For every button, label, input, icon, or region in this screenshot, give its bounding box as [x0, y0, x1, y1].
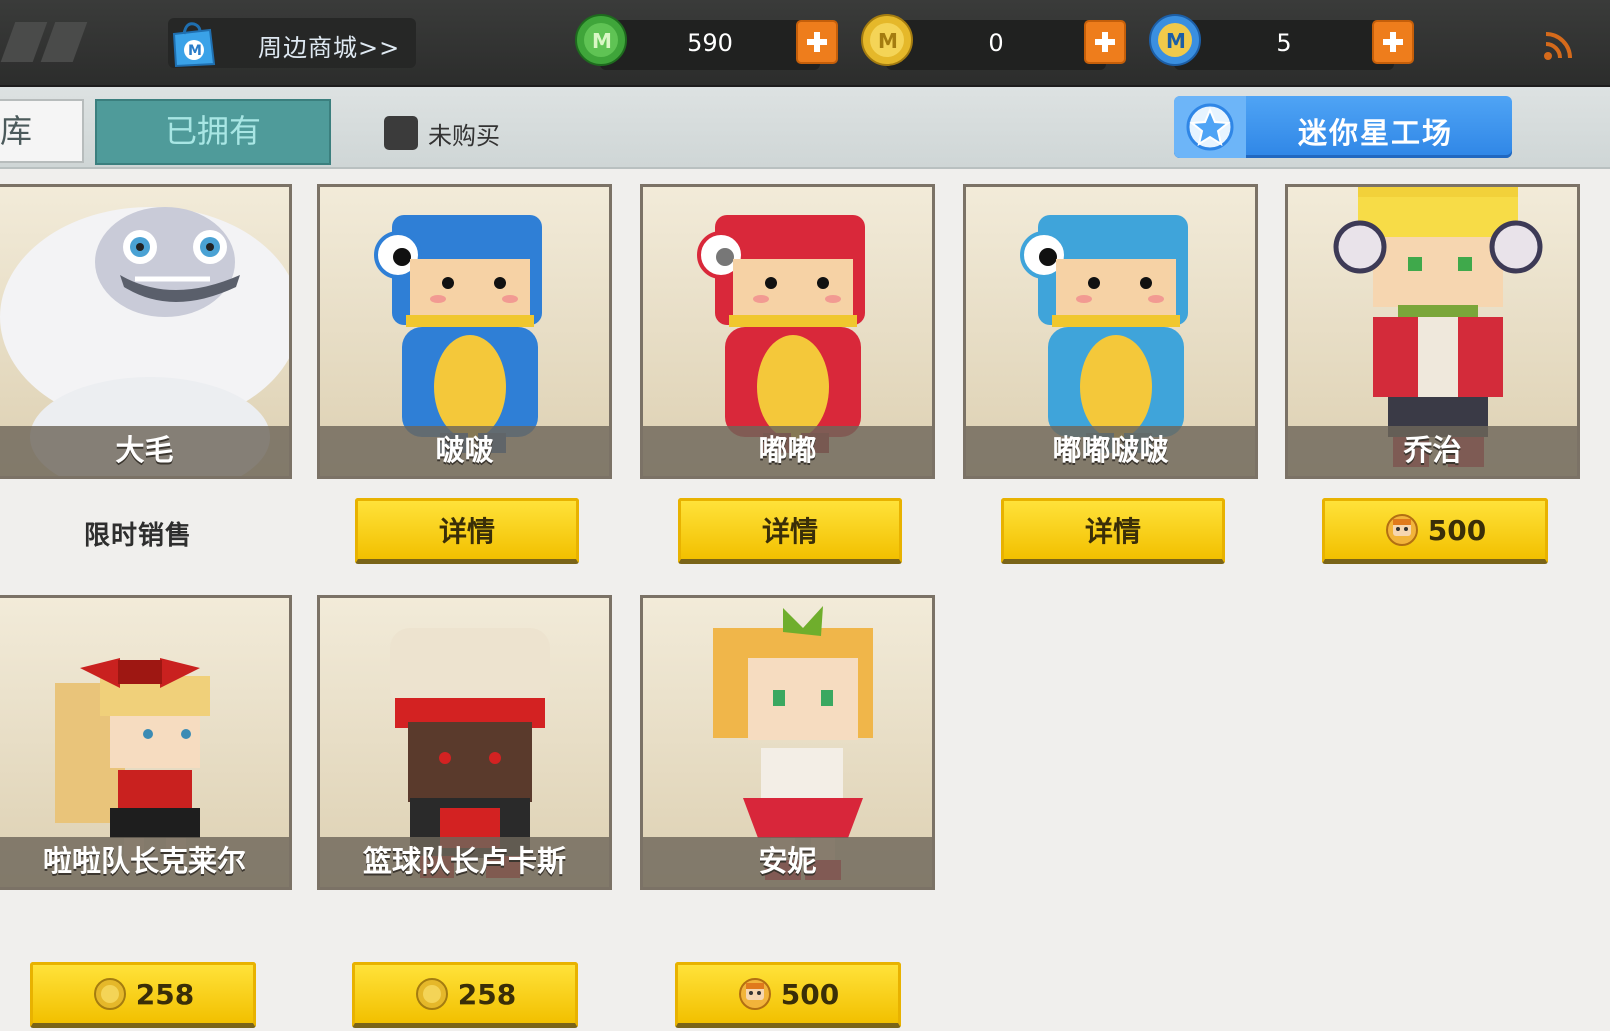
merch-shop-label: 周边商城>> [258, 34, 401, 62]
skin-card-name: 大毛 [0, 426, 289, 476]
unpurchased-filter-label: 未购买 [428, 121, 500, 150]
star-icon [1186, 103, 1234, 151]
skin-card-george[interactable]: 乔治 [1285, 184, 1580, 479]
detail-button[interactable]: 详情 [1001, 498, 1225, 564]
skin-card-name: 乔治 [1288, 426, 1577, 476]
svg-text:M: M [878, 29, 898, 53]
skin-card-damao[interactable]: 大毛 [0, 184, 292, 479]
mini-coin-icon: M [861, 14, 913, 66]
currency-bean-display: 590 [600, 20, 820, 70]
currency-coin-display: 0 [886, 20, 1106, 70]
buy-button[interactable]: 258 [30, 962, 256, 1028]
currency-bean-value: 590 [687, 29, 733, 57]
skin-card-annie[interactable]: 安妮 [640, 595, 935, 890]
skin-card-name: 安妮 [643, 837, 932, 887]
skin-card-dudubobo[interactable]: 嘟嘟啵啵 [963, 184, 1258, 479]
avatar-coin-icon [1385, 514, 1418, 546]
top-bar: M 周边商城>> 590 M 0 M 5 M [0, 0, 1610, 87]
detail-button[interactable]: 详情 [678, 498, 902, 564]
skin-card-dudu[interactable]: 嘟嘟 [640, 184, 935, 479]
currency-point-value: 5 [1276, 29, 1292, 57]
detail-button[interactable]: 详情 [355, 498, 579, 564]
currency-coin-value: 0 [988, 29, 1004, 57]
add-point-button[interactable] [1372, 20, 1414, 64]
limited-time-sale-label: 限时销售 [84, 521, 193, 551]
skin-card-name: 篮球队长卢卡斯 [320, 837, 609, 887]
buy-button[interactable]: 258 [352, 962, 578, 1028]
skin-card-claire[interactable]: 啦啦队长克莱尔 [0, 595, 292, 890]
skin-card-bobo[interactable]: 啵啵 [317, 184, 612, 479]
mini-coin-icon [415, 978, 448, 1010]
mini-bean-icon: M [575, 14, 627, 66]
shopping-bag-icon: M [172, 22, 216, 68]
decor-stripe [40, 22, 88, 62]
buy-button[interactable]: 500 [675, 962, 901, 1028]
decor-stripe [0, 22, 48, 62]
skin-card-name: 嘟嘟 [643, 426, 932, 476]
price-value: 500 [1427, 513, 1487, 547]
currency-point-display: 5 [1174, 20, 1394, 70]
signal-icon[interactable] [1542, 30, 1574, 62]
buy-button[interactable]: 500 [1322, 498, 1548, 564]
unpurchased-filter-checkbox[interactable]: 未购买 [384, 115, 500, 151]
add-coin-button[interactable] [1084, 20, 1126, 64]
price-value: 500 [780, 977, 840, 1011]
tab-warehouse[interactable]: 库 [0, 99, 84, 163]
skin-card-name: 嘟嘟啵啵 [966, 426, 1255, 476]
skin-card-lucas[interactable]: 篮球队长卢卡斯 [317, 595, 612, 890]
skin-card-name: 啵啵 [320, 426, 609, 476]
svg-text:M: M [1166, 29, 1186, 53]
price-value: 258 [135, 977, 195, 1011]
mini-coin-icon [93, 978, 126, 1010]
mini-workshop-button[interactable]: 迷你星工场 [1174, 96, 1512, 158]
workshop-icon-box [1174, 96, 1246, 158]
mini-point-icon: M [1149, 14, 1201, 66]
filter-tab-bar: 库 已拥有 未购买 迷你星工场 [0, 87, 1610, 169]
tab-owned[interactable]: 已拥有 [95, 99, 331, 165]
avatar-coin-icon [738, 978, 771, 1010]
checkbox-icon[interactable] [384, 116, 418, 150]
svg-text:M: M [188, 43, 202, 59]
merch-shop-button[interactable]: M 周边商城>> [168, 18, 416, 68]
svg-text:M: M [592, 29, 612, 53]
workshop-label: 迷你星工场 [1298, 116, 1454, 150]
skin-card-name: 啦啦队长克莱尔 [0, 837, 289, 887]
price-value: 258 [457, 977, 517, 1011]
add-bean-button[interactable] [796, 20, 838, 64]
